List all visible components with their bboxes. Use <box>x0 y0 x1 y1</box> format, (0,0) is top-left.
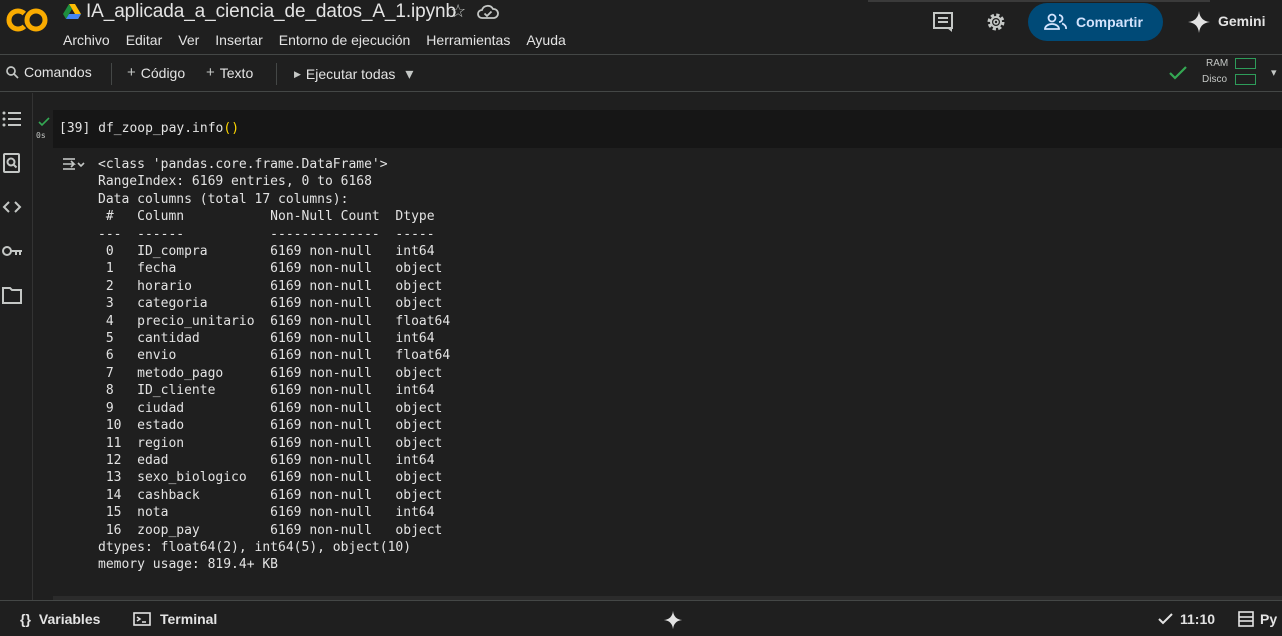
output-line: RangeIndex: 6169 entries, 0 to 6168 <box>98 174 372 190</box>
output-line: 14 cashback 6169 non-null object <box>98 487 451 503</box>
commands-label: Comandos <box>24 64 92 80</box>
table-of-contents-icon[interactable] <box>1 108 23 130</box>
output-line: 9 ciudad 6169 non-null object <box>98 400 451 416</box>
output-line: 16 zoop_pay 6169 non-null object <box>98 522 451 538</box>
ram-meter[interactable] <box>1235 58 1256 69</box>
output-line: 11 region 6169 non-null object <box>98 435 451 451</box>
find-icon[interactable] <box>1 152 23 174</box>
output-line: 12 edad 6169 non-null int64 <box>98 452 451 468</box>
code-line[interactable]: [39] df_zoop_pay.info() <box>59 121 239 136</box>
execution-time: 0s <box>36 131 46 140</box>
toolbar: Comandos + Código + Texto ▶ Ejecutar tod… <box>0 54 1282 92</box>
resources-dropdown-icon[interactable]: ▾ <box>1271 66 1277 79</box>
output-line: <class 'pandas.core.frame.DataFrame'> <box>98 157 388 172</box>
toolbar-divider <box>276 63 277 85</box>
terminal-icon <box>133 612 151 626</box>
menu-entorno-de-ejecucion[interactable]: Entorno de ejecución <box>279 32 411 48</box>
menu-insertar[interactable]: Insertar <box>215 32 262 48</box>
connected-check-icon <box>1169 66 1187 80</box>
menu-editar[interactable]: Editar <box>126 32 163 48</box>
star-icon[interactable]: ☆ <box>450 1 466 22</box>
gemini-icon[interactable] <box>1187 10 1211 34</box>
menu-ver[interactable]: Ver <box>178 32 199 48</box>
toolbar-divider <box>111 63 112 85</box>
header-top-line <box>868 0 1210 2</box>
add-code-label: Código <box>140 64 186 81</box>
gemini-icon[interactable] <box>663 610 683 630</box>
add-code-button[interactable]: + Código <box>127 64 185 81</box>
output-actions-icon[interactable] <box>61 155 85 173</box>
variables-button[interactable]: {} Variables <box>20 611 100 627</box>
code-parens: () <box>223 121 240 136</box>
output-line: 10 estado 6169 non-null object <box>98 418 451 434</box>
cloud-saved-icon[interactable] <box>477 3 499 21</box>
gear-icon[interactable] <box>985 11 1007 33</box>
plus-icon: + <box>127 64 136 81</box>
gemini-label[interactable]: Gemini <box>1218 13 1265 29</box>
output-line: 2 horario 6169 non-null object <box>98 278 451 294</box>
python-label: Py <box>1260 611 1278 627</box>
share-button[interactable]: Compartir <box>1028 3 1163 41</box>
comment-icon[interactable] <box>932 11 954 33</box>
menu-herramientas[interactable]: Herramientas <box>426 32 510 48</box>
people-icon <box>1044 13 1067 30</box>
commands-button[interactable]: Comandos <box>6 64 92 80</box>
add-text-button[interactable]: + Texto <box>206 64 253 81</box>
code-text: df_zoop_pay.info <box>98 121 224 136</box>
output-line: Data columns (total 17 columns): <box>98 191 349 207</box>
variables-label: Variables <box>38 611 101 627</box>
output-line: memory usage: 819.4+ KB <box>98 557 279 573</box>
output-line: 4 precio_unitario 6169 non-null float64 <box>98 313 451 329</box>
output-line: 0 ID_compra 6169 non-null int64 <box>98 244 451 260</box>
output-line: 3 categoria 6169 non-null object <box>98 296 451 312</box>
share-label: Compartir <box>1076 14 1143 30</box>
left-sidebar <box>0 93 33 600</box>
disk-label: Disco <box>1202 74 1228 85</box>
colab-logo[interactable] <box>6 6 48 34</box>
search-icon <box>6 65 19 79</box>
terminal-button[interactable]: Terminal <box>133 611 217 627</box>
output-line: 6 envio 6169 non-null float64 <box>98 348 451 364</box>
output-line: 5 cantidad 6169 non-null int64 <box>98 331 451 347</box>
code-snippets-icon[interactable] <box>1 196 23 218</box>
python-status[interactable]: Py <box>1238 611 1277 627</box>
chevron-down-icon[interactable]: ▾ <box>405 64 413 84</box>
disk-meter[interactable] <box>1235 74 1256 85</box>
bottom-bar: {} Variables Terminal 11:10 Py <box>0 600 1282 636</box>
run-all-button[interactable]: ▶ Ejecutar todas ▾ <box>294 64 418 84</box>
execution-count: [39] <box>59 121 91 136</box>
run-all-label: Ejecutar todas <box>305 66 396 82</box>
python-icon <box>1238 611 1254 627</box>
add-text-label: Texto <box>219 64 254 81</box>
menu-bar: Archivo Editar Ver Insertar Entorno de e… <box>63 32 582 48</box>
output-line: 8 ID_cliente 6169 non-null int64 <box>98 383 451 399</box>
notebook-title[interactable]: IA_aplicada_a_ciencia_de_datos_A_1.ipynb <box>86 1 456 23</box>
menu-ayuda[interactable]: Ayuda <box>526 32 565 48</box>
status-time[interactable]: 11:10 <box>1158 611 1215 627</box>
plus-icon: + <box>206 64 215 81</box>
output-line: dtypes: float64(2), int64(5), object(10) <box>98 539 412 555</box>
key-icon[interactable] <box>1 240 23 262</box>
header: IA_aplicada_a_ciencia_de_datos_A_1.ipynb… <box>0 0 1282 54</box>
execution-success-icon <box>38 117 50 127</box>
drive-icon[interactable] <box>63 4 81 20</box>
code-cell-editor[interactable]: [39] df_zoop_pay.info() <box>53 110 1282 148</box>
output-line: --- ------ -------------- ----- <box>98 226 451 242</box>
output-line: 1 fecha 6169 non-null object <box>98 261 451 277</box>
folder-icon[interactable] <box>1 284 23 306</box>
play-icon: ▶ <box>294 68 301 79</box>
cell-output: <class 'pandas.core.frame.DataFrame'> Ran… <box>98 156 450 574</box>
ram-label: RAM <box>1206 58 1229 69</box>
terminal-label: Terminal <box>160 611 218 627</box>
output-line: 7 metodo_pago 6169 non-null object <box>98 365 451 381</box>
check-icon <box>1158 613 1173 625</box>
output-line: 15 nota 6169 non-null int64 <box>98 505 451 521</box>
variables-icon: {} <box>20 611 31 627</box>
output-line: 13 sexo_biologico 6169 non-null object <box>98 470 451 486</box>
output-line: # Column Non-Null Count Dtype <box>98 209 451 225</box>
time-label: 11:10 <box>1180 611 1216 627</box>
menu-archivo[interactable]: Archivo <box>63 32 110 48</box>
